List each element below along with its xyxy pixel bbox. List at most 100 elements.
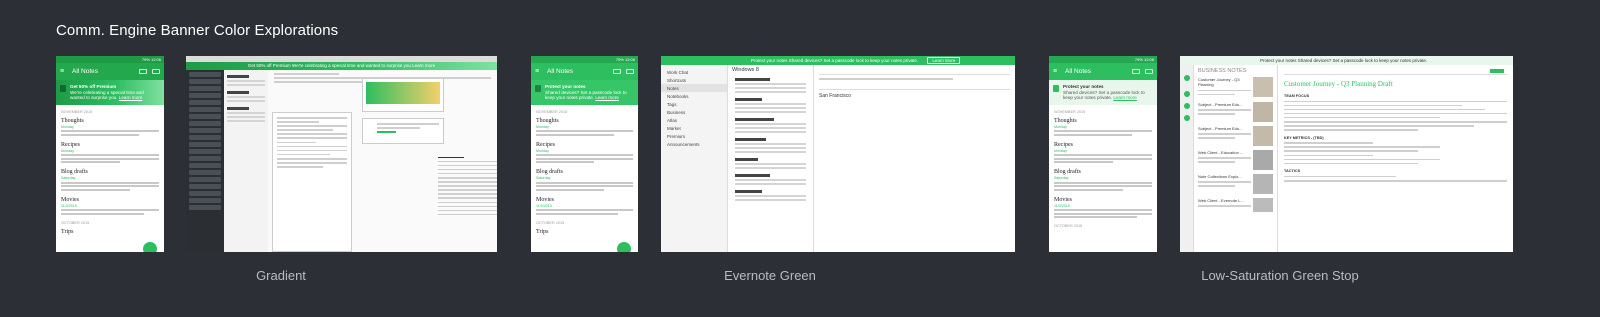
month-header: OCTOBER 2015	[536, 220, 565, 225]
note-editor	[268, 70, 497, 252]
note-title: Blog drafts	[536, 169, 563, 176]
desktop-app	[186, 70, 497, 252]
board-title: Comm. Engine Banner Color Explorations	[56, 22, 339, 39]
shortcut-icon[interactable]	[1184, 91, 1190, 97]
note-list	[224, 70, 268, 252]
note-date: Saturday	[536, 176, 551, 181]
hamburger-icon: ≡	[535, 68, 540, 75]
app-bar: ≡ All Notes	[56, 63, 164, 80]
promo-banner: Get 50% off Premium We're celebrating a …	[186, 62, 497, 70]
notebooks-icon[interactable]	[1184, 115, 1190, 121]
notebook-title: Windows 8	[732, 67, 759, 73]
learn-more-button[interactable]: Learn More	[927, 57, 961, 64]
sidebar: Work Chat Shortcuts Notes Notebooks Tags…	[661, 65, 728, 252]
note-list-title: BUSINESS NOTES	[1198, 68, 1247, 74]
note-editor: Customer Journey - Q3 Planning Draft TEA…	[1278, 65, 1513, 252]
protect-popup	[362, 118, 444, 144]
note-item: Blog drafts Saturday	[536, 169, 633, 191]
section-heading: TEAM FOCUS	[1284, 94, 1310, 98]
status-bar: 79% 12:06	[56, 56, 164, 63]
lock-icon	[535, 85, 541, 92]
note-item: Movies 11/3/2015	[1054, 197, 1152, 219]
banner-text: Protect your notes Shared devices? Set a…	[1260, 58, 1428, 63]
new-note-fab	[617, 242, 631, 252]
share-button[interactable]	[1490, 69, 1504, 73]
sidebar-item[interactable]: Business	[661, 108, 727, 116]
sidebar-item[interactable]: Shortcuts	[661, 76, 727, 84]
app-bar-title: All Notes	[547, 68, 574, 75]
note-item: Recipes Monday	[1054, 142, 1152, 164]
list-item[interactable]: Subject - Premium Edu...	[1198, 125, 1273, 146]
sidebar-rail	[1180, 65, 1194, 252]
note-title: Recipes	[1054, 141, 1073, 148]
sidebar-item[interactable]: Work Chat	[661, 68, 727, 76]
new-note-icon[interactable]	[1184, 75, 1190, 81]
note-title: Blog drafts	[1054, 169, 1081, 176]
sidebar-item[interactable]: Premium	[661, 132, 727, 140]
month-header: NOVEMBER 2015	[1054, 109, 1086, 114]
sidebar-item[interactable]: Notebooks	[661, 92, 727, 100]
note-item: Thoughts Monday	[536, 118, 633, 136]
banner-text: Protect your notes Shared devices? Set a…	[751, 58, 919, 63]
list-item[interactable]: Web Client - Evernote L...	[1198, 197, 1273, 212]
search-icon	[1145, 69, 1153, 74]
note-list: NOVEMBER 2015 Thoughts Monday Recipes Mo…	[56, 105, 164, 244]
thumbnail-gradient-desktop[interactable]: Get 50% off Premium We're celebrating a …	[186, 56, 497, 252]
list-item[interactable]: Subject - Premium Edu...	[1198, 101, 1273, 122]
spec-table	[438, 154, 497, 252]
month-header: NOVEMBER 2015	[536, 109, 568, 114]
section-heading: KEY METRICS - (TBD)	[1284, 135, 1324, 140]
editor-toolbar	[1284, 68, 1507, 75]
note-title: Trips	[536, 228, 549, 235]
thumbnail-low-saturation-desktop[interactable]: Protect your notes Shared devices? Set a…	[1180, 56, 1513, 252]
thumbnail-low-saturation-phone[interactable]: 79% 12:06 ≡ All Notes Protect your notes…	[1049, 56, 1157, 252]
note-item: Movies 11/3/2015	[61, 197, 159, 215]
search-icon	[626, 69, 634, 74]
hamburger-icon: ≡	[1053, 68, 1058, 75]
thumbnail-evernote-green-phone[interactable]: 79% 12:06 ≡ All Notes Protect your notes…	[531, 56, 638, 252]
desktop-app: Work Chat Shortcuts Notes Notebooks Tags…	[661, 65, 1015, 252]
list-item[interactable]: Note Collections Explo...	[1198, 173, 1273, 194]
sidebar-item[interactable]: Market	[661, 124, 727, 132]
promo-banner: Get 50% off Premium We're celebrating a …	[56, 80, 164, 105]
list-item[interactable]: Web Client - Education ...	[1198, 149, 1273, 170]
note-title: Trips	[61, 228, 74, 235]
lock-icon	[1053, 85, 1059, 92]
note-title: Thoughts	[61, 117, 84, 124]
note-list: BUSINESS NOTES Customer Journey - Q3 Pla…	[1194, 65, 1278, 252]
section-heading: TACTICS	[1284, 169, 1301, 174]
note-title: Recipes	[61, 141, 80, 148]
notebook-icon	[1132, 69, 1140, 74]
note-body: San Francisco	[819, 92, 851, 99]
spec-panel	[272, 112, 352, 252]
note-list: NOVEMBER 2015 Thoughts Monday Recipes Mo…	[531, 105, 638, 244]
note-date: Monday	[61, 124, 74, 129]
note-title: Blog drafts	[61, 169, 88, 176]
app-bar-title: All Notes	[1065, 68, 1092, 75]
sidebar-item[interactable]: Notes	[661, 84, 727, 92]
thumbnail-gradient-phone[interactable]: 79% 12:06 ≡ All Notes Get 50% off Premiu…	[56, 56, 164, 252]
note-item: Recipes Monday	[61, 142, 159, 164]
note-list: Windows 8	[728, 65, 814, 252]
note-date: Saturday	[61, 176, 76, 181]
protect-banner: Protect your notes Shared devices? Set a…	[661, 56, 1015, 65]
status-bar: 79% 12:06	[1049, 56, 1157, 63]
sidebar-item[interactable]: Tags	[661, 100, 727, 108]
month-header: OCTOBER 2015	[1054, 224, 1083, 229]
banner-link: Learn more	[1113, 95, 1137, 101]
note-date: 11/3/2015	[536, 203, 552, 208]
note-date: Monday	[1054, 148, 1067, 153]
notes-icon[interactable]	[1184, 103, 1190, 109]
group-label-gradient: Gradient	[256, 268, 306, 283]
sidebar-item[interactable]: Atlas	[661, 116, 727, 124]
app-bar: ≡ All Notes	[531, 63, 638, 80]
list-item[interactable]: Customer Journey - Q3 Planning	[1198, 77, 1273, 98]
sidebar-item[interactable]: Announcements	[661, 140, 727, 148]
banner-link: Learn more	[118, 95, 143, 101]
note-item: Trips	[536, 229, 633, 235]
note-editor: San Francisco	[814, 65, 1015, 252]
thumbnail-evernote-green-desktop[interactable]: Protect your notes Shared devices? Set a…	[661, 56, 1015, 252]
month-header: OCTOBER 2015	[61, 220, 90, 225]
group-label-low-saturation: Low-Saturation Green Stop	[1201, 268, 1359, 283]
gift-icon	[60, 85, 66, 92]
